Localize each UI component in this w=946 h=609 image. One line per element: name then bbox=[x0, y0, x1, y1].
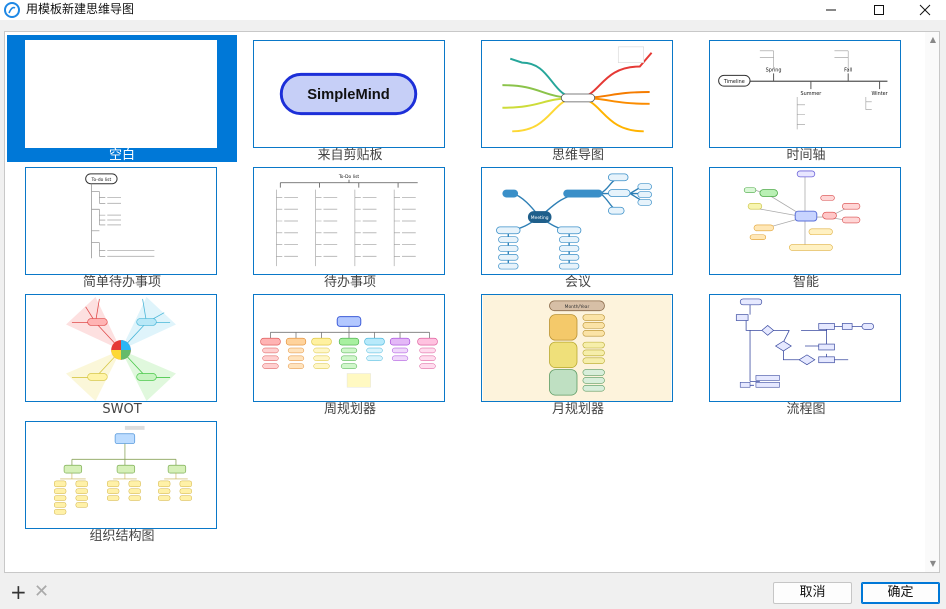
template-thumbnail: SimpleMind bbox=[253, 40, 445, 148]
template-month-planner[interactable]: Month/Year 月规划器 bbox=[463, 289, 693, 417]
template-label: 流程图 bbox=[786, 402, 826, 417]
template-label: 月规划器 bbox=[551, 402, 604, 417]
template-thumbnail bbox=[709, 167, 901, 275]
template-thumbnail bbox=[25, 421, 217, 529]
template-swot[interactable]: SWOT bbox=[7, 289, 237, 417]
plus-icon[interactable]: + bbox=[10, 582, 27, 602]
template-thumbnail bbox=[709, 294, 901, 402]
template-simple-todo[interactable]: To-do list 简单待办事项 bbox=[7, 162, 237, 290]
template-clipboard[interactable]: SimpleMind 来自剪贴板 bbox=[235, 35, 465, 163]
template-label: 会议 bbox=[564, 275, 591, 290]
cross-icon[interactable]: ✕ bbox=[34, 582, 49, 602]
svg-text:To-Do list: To-Do list bbox=[338, 174, 360, 180]
template-label: 智能 bbox=[792, 275, 819, 290]
template-thumbnail bbox=[25, 294, 217, 402]
scroll-down-icon[interactable]: ▼ bbox=[930, 560, 936, 568]
minimize-button[interactable] bbox=[808, 0, 854, 20]
svg-text:Month/Year: Month/Year bbox=[565, 304, 590, 310]
template-dialog: 用模板新建思维导图 空白 SimpleMind 来自剪贴板 思维导图 Timel… bbox=[0, 0, 946, 609]
close-button[interactable] bbox=[902, 0, 946, 20]
template-label: SWOT bbox=[102, 402, 142, 417]
svg-text:Meeting: Meeting bbox=[531, 215, 549, 221]
vertical-scrollbar[interactable]: ▲ ▼ bbox=[925, 32, 939, 572]
window-title: 用模板新建思维导图 bbox=[26, 2, 135, 16]
template-timeline[interactable]: Timeline Spring Fall Summer Winter 时间轴 bbox=[691, 35, 921, 163]
simplemind-app-icon bbox=[4, 2, 20, 18]
svg-text:Winter: Winter bbox=[872, 91, 889, 97]
template-meeting[interactable]: Meeting 会议 bbox=[463, 162, 693, 290]
template-blank[interactable]: 空白 bbox=[7, 35, 237, 163]
template-todo[interactable]: To-Do list 待办事项 bbox=[235, 162, 465, 290]
svg-text:Timeline: Timeline bbox=[723, 79, 745, 85]
template-label: 简单待办事项 bbox=[82, 275, 161, 290]
template-mindmap[interactable]: 思维导图 bbox=[463, 35, 693, 163]
cancel-button[interactable]: 取消 bbox=[773, 582, 852, 604]
maximize-icon bbox=[874, 5, 884, 15]
template-label: 思维导图 bbox=[551, 148, 604, 163]
template-label: 组织结构图 bbox=[89, 529, 155, 544]
template-thumbnail bbox=[481, 40, 673, 148]
template-thumbnail: To-do list bbox=[25, 167, 217, 275]
template-label: 来自剪贴板 bbox=[317, 148, 383, 163]
template-flowchart[interactable]: 流程图 bbox=[691, 289, 921, 417]
close-icon bbox=[919, 4, 931, 16]
template-thumbnail: To-Do list bbox=[253, 167, 445, 275]
template-label: 时间轴 bbox=[786, 148, 826, 163]
template-thumbnail bbox=[253, 294, 445, 402]
svg-text:Summer: Summer bbox=[801, 91, 823, 97]
template-gallery: 空白 SimpleMind 来自剪贴板 思维导图 Timeline Spring… bbox=[4, 31, 940, 573]
title-bar: 用模板新建思维导图 bbox=[0, 0, 946, 20]
maximize-button[interactable] bbox=[856, 0, 902, 20]
scroll-up-icon[interactable]: ▲ bbox=[930, 36, 936, 44]
template-thumbnail: Month/Year bbox=[481, 294, 673, 402]
template-thumbnail bbox=[25, 40, 217, 148]
template-label: 待办事项 bbox=[323, 275, 376, 290]
svg-text:To-do list: To-do list bbox=[91, 177, 112, 183]
minimize-icon bbox=[826, 9, 836, 11]
template-smart[interactable]: 智能 bbox=[691, 162, 921, 290]
template-thumbnail: Timeline Spring Fall Summer Winter bbox=[709, 40, 901, 148]
template-label: 空白 bbox=[108, 148, 135, 163]
template-label: 周规划器 bbox=[323, 402, 376, 417]
simplemind-preview-text: SimpleMind bbox=[307, 87, 390, 103]
template-week-planner[interactable]: 周规划器 bbox=[235, 289, 465, 417]
template-org-chart[interactable]: 组织结构图 bbox=[7, 416, 237, 544]
ok-button[interactable]: 确定 bbox=[861, 582, 940, 604]
template-thumbnail: Meeting bbox=[481, 167, 673, 275]
